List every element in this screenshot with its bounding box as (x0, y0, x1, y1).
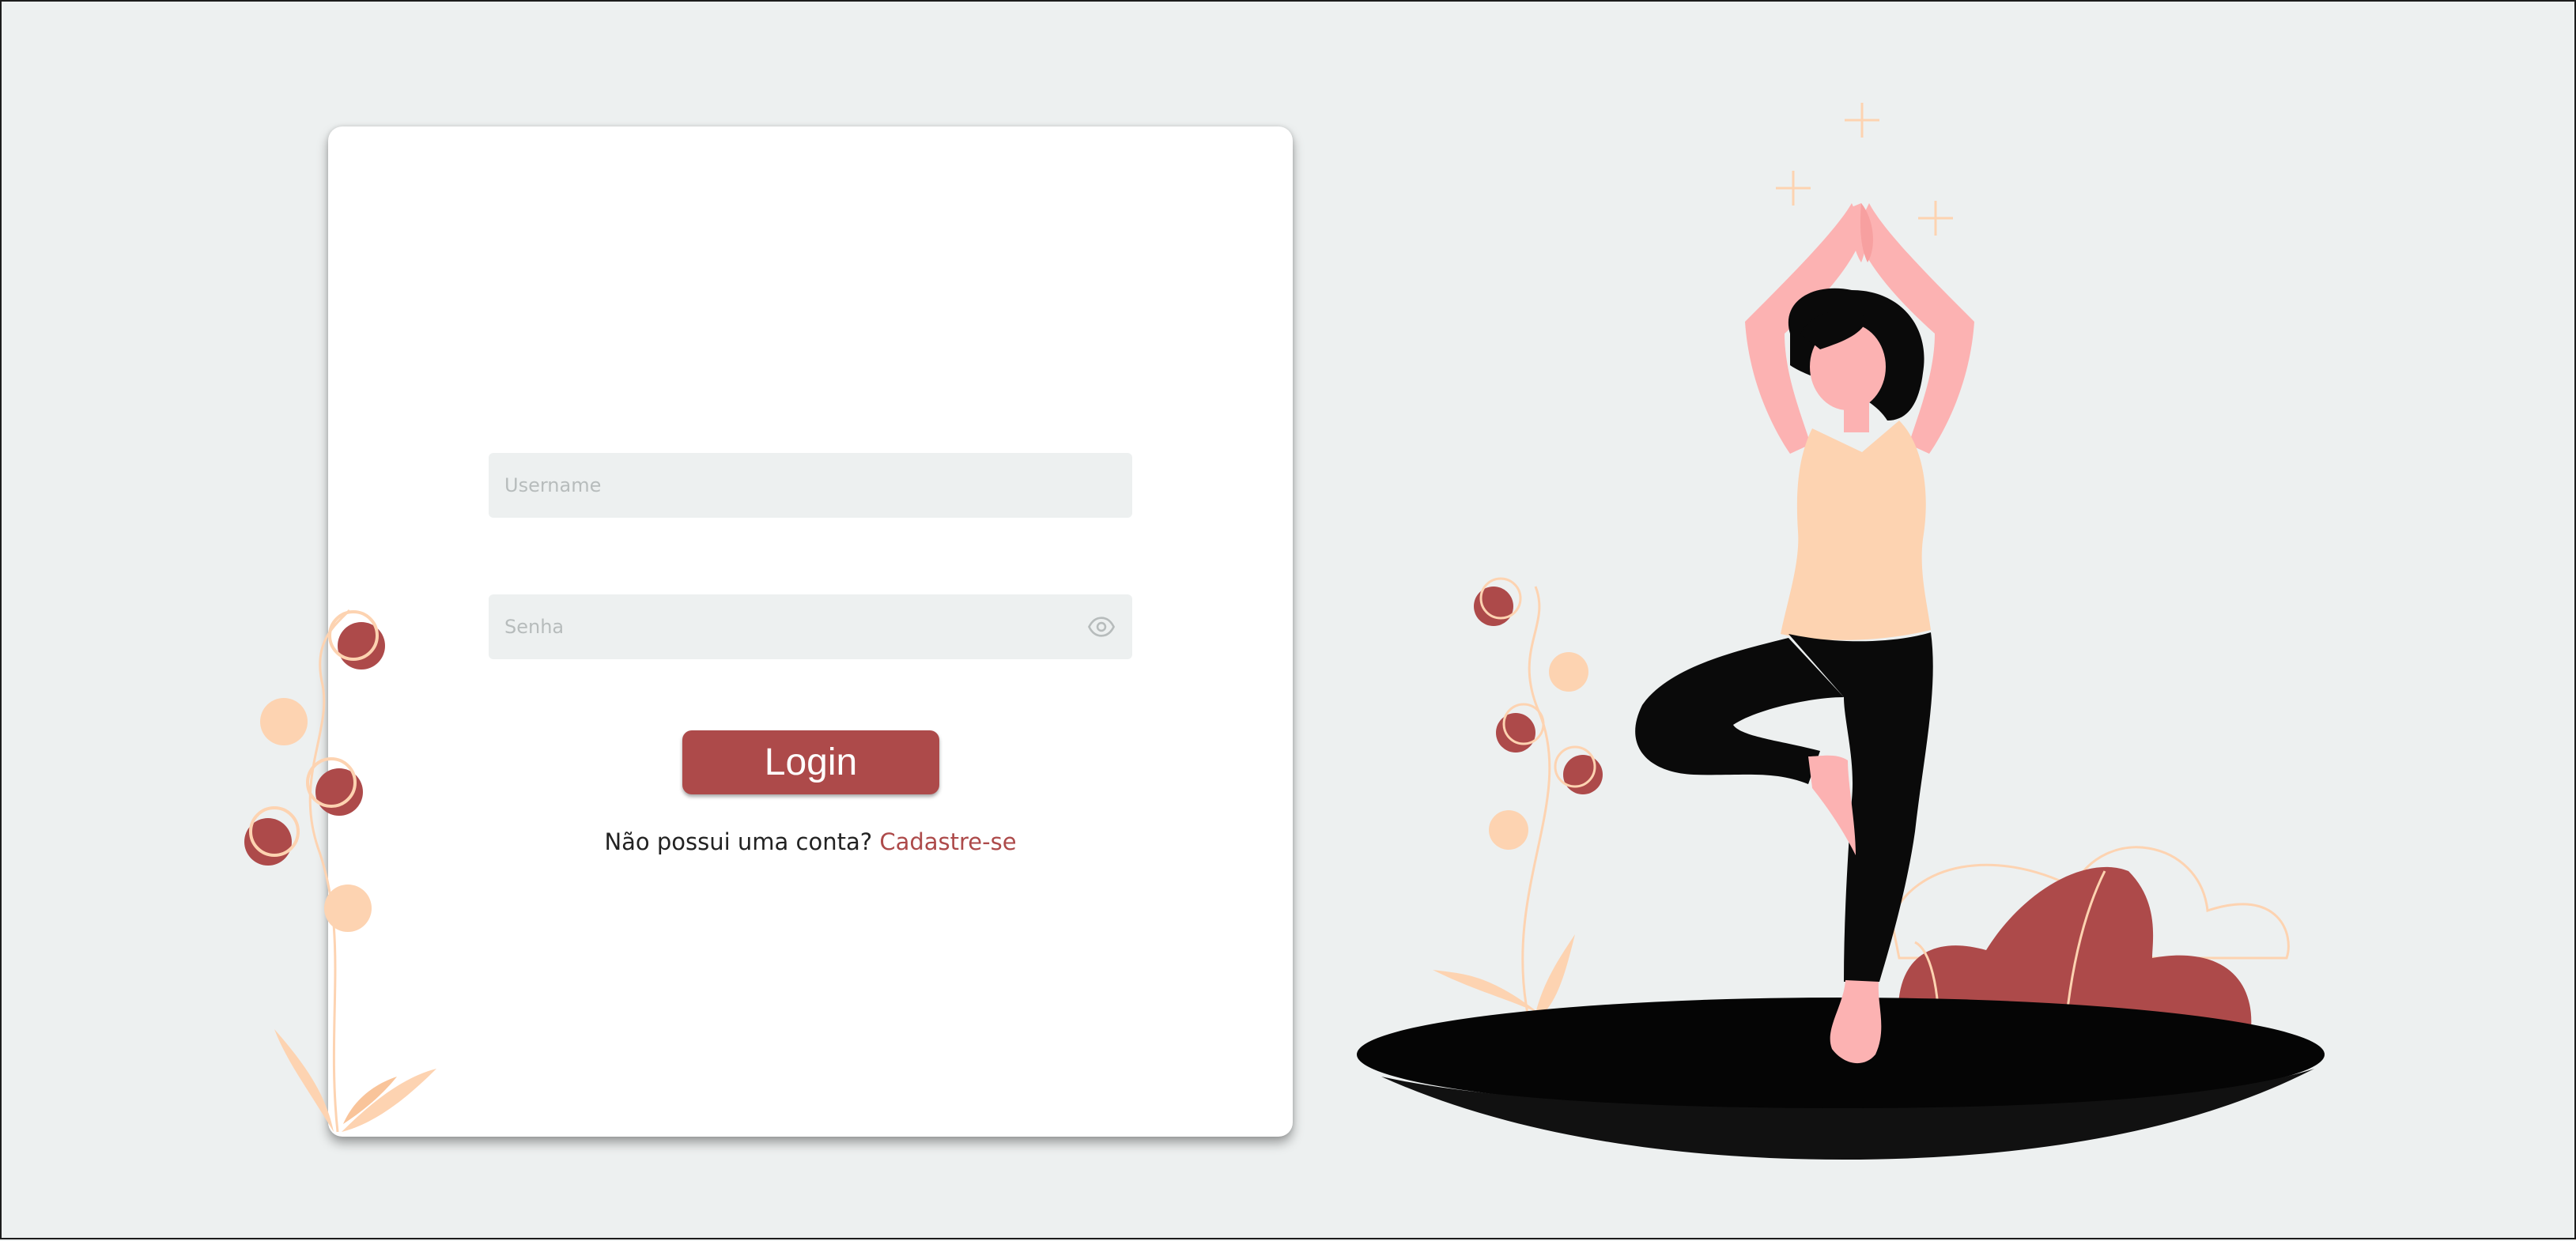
sparkle-icons (1776, 103, 1953, 236)
signup-link[interactable]: Cadastre-se (879, 828, 1016, 855)
username-input[interactable] (489, 453, 1132, 518)
woman-figure (1635, 203, 1974, 1064)
signup-prompt: Não possui uma conta? Cadastre-se (2, 828, 1619, 855)
login-button[interactable]: Login (682, 730, 939, 794)
password-field (489, 594, 1132, 659)
username-field (489, 453, 1132, 518)
plant-illustration (1433, 577, 1603, 1014)
yoga-mat (1357, 998, 2325, 1111)
password-input[interactable] (489, 594, 1132, 659)
no-account-text: Não possui uma conta? (604, 828, 873, 855)
login-page: Login Não possui uma conta? Cadastre-se (2, 2, 2576, 1241)
bush (1898, 866, 2252, 1029)
eye-icon[interactable] (1086, 613, 1116, 640)
bush-outline (1890, 846, 2290, 960)
